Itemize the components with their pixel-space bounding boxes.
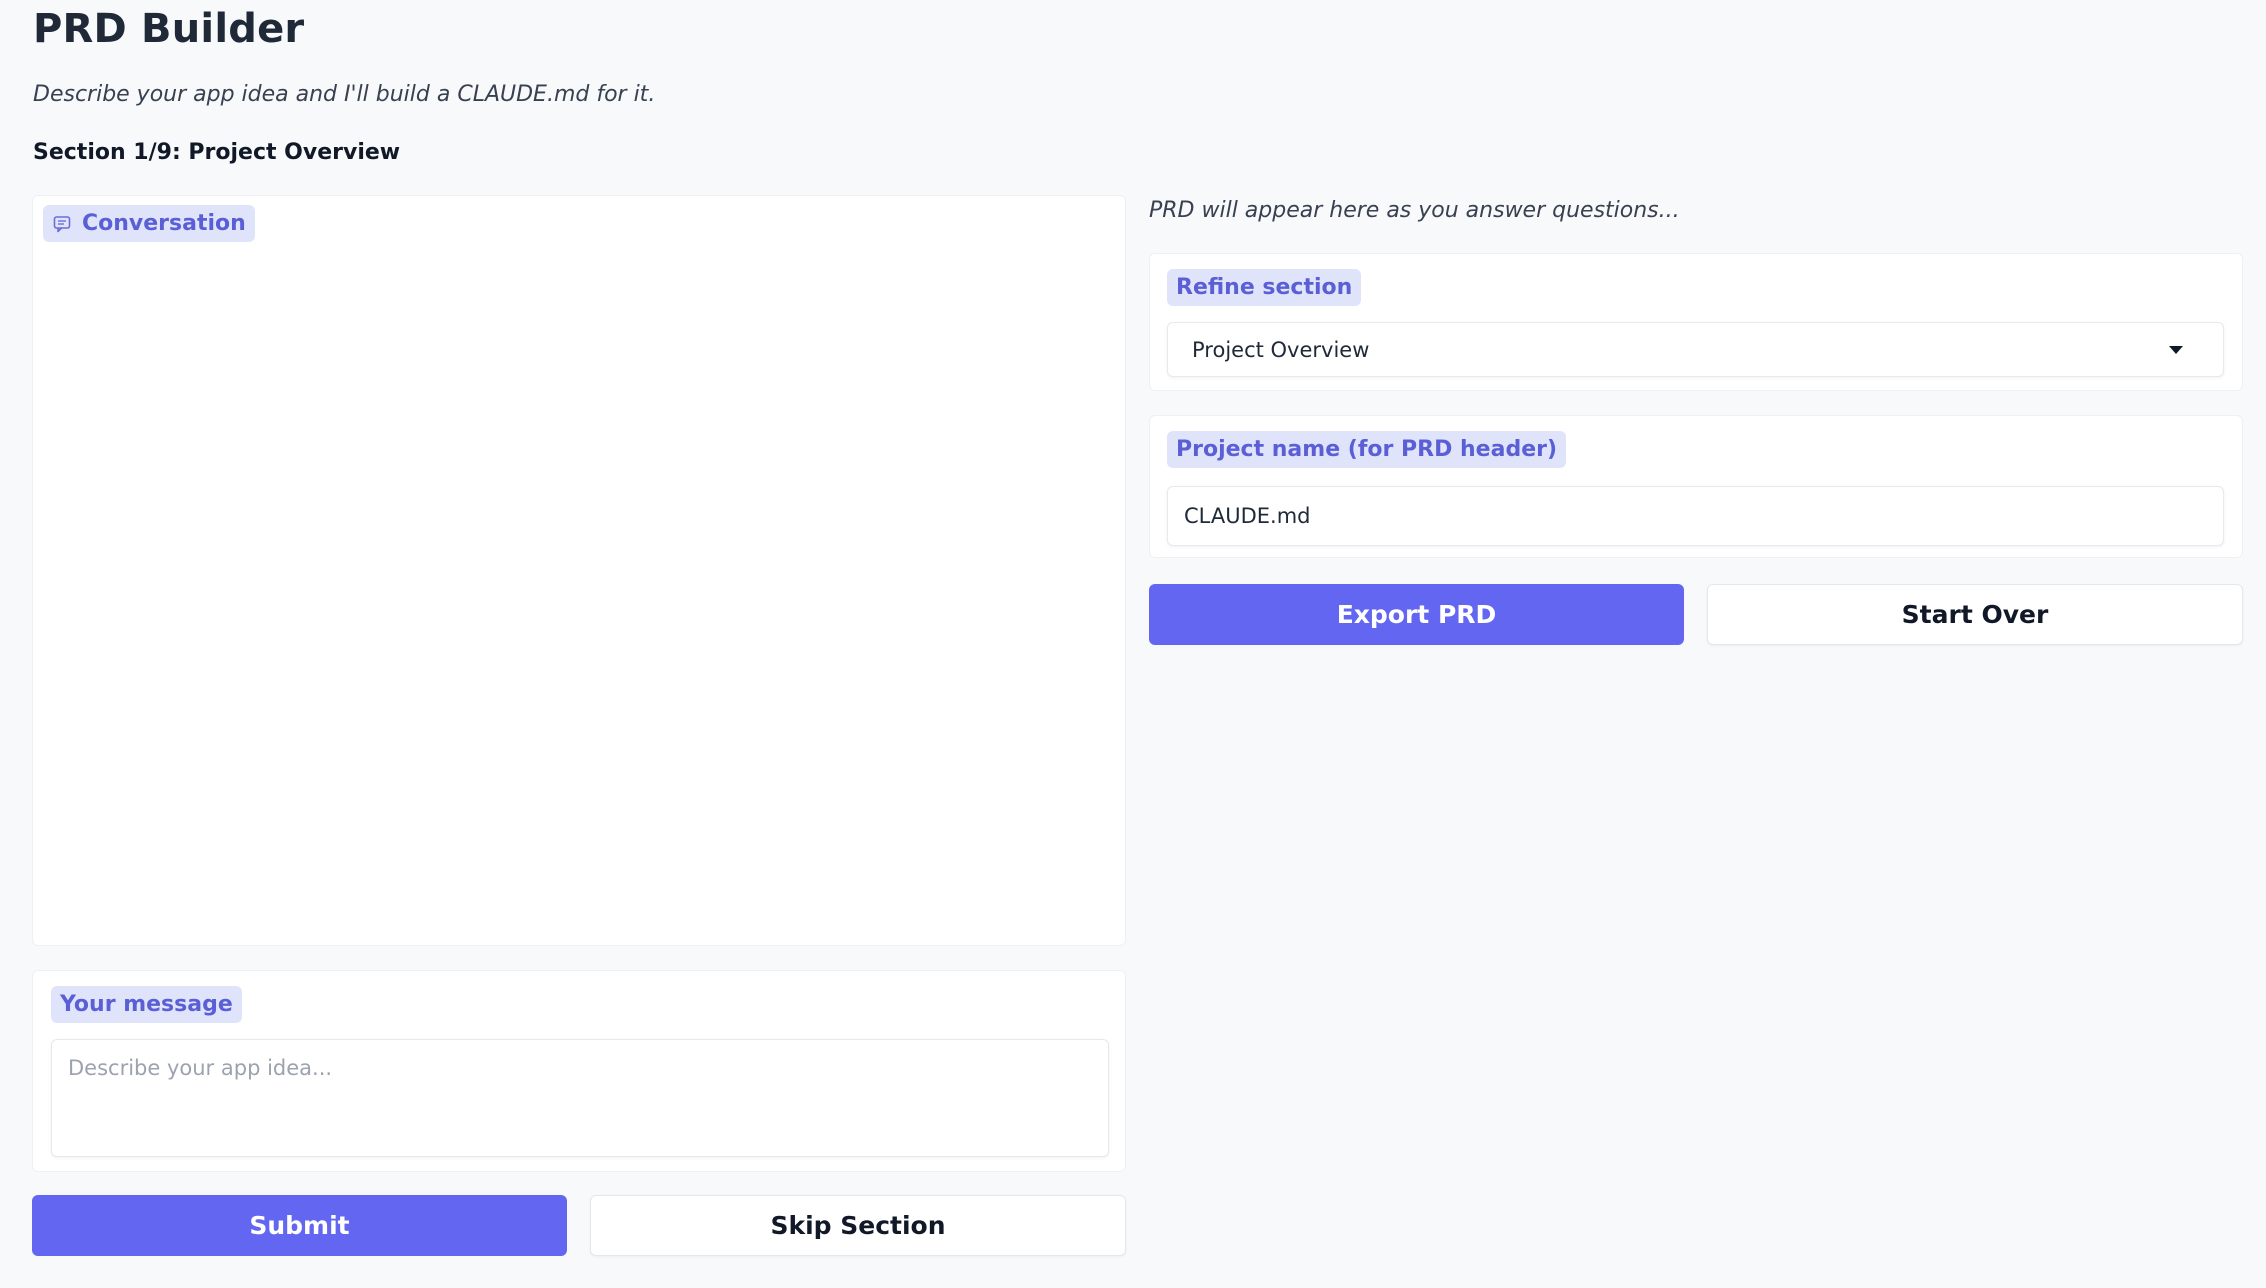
project-name-panel: Project name (for PRD header) <box>1149 415 2243 558</box>
refine-section-selected-value: Project Overview <box>1192 337 1370 362</box>
refine-section-panel: Refine section Project Overview <box>1149 253 2243 391</box>
refine-section-label-text: Refine section <box>1176 275 1353 300</box>
chat-icon <box>53 215 71 232</box>
message-input[interactable] <box>51 1039 1109 1157</box>
prd-preview-placeholder: PRD will appear here as you answer quest… <box>1149 198 1680 223</box>
page-title: PRD Builder <box>33 6 305 52</box>
refine-section-label: Refine section <box>1167 269 1362 306</box>
project-name-input[interactable] <box>1167 486 2224 546</box>
page-subtitle: Describe your app idea and I'll build a … <box>33 82 656 107</box>
message-panel: Your message <box>32 970 1126 1172</box>
skip-section-button[interactable]: Skip Section <box>590 1195 1126 1256</box>
refine-section-dropdown[interactable]: Project Overview <box>1167 322 2224 377</box>
conversation-panel: Conversation <box>32 195 1126 946</box>
page: PRD Builder Describe your app idea and I… <box>0 0 2266 1288</box>
message-label-text: Your message <box>60 992 233 1017</box>
start-over-button[interactable]: Start Over <box>1707 584 2243 645</box>
conversation-label-text: Conversation <box>82 211 246 236</box>
project-name-label-text: Project name (for PRD header) <box>1176 437 1558 462</box>
section-progress-heading: Section 1/9: Project Overview <box>33 140 401 165</box>
project-name-label: Project name (for PRD header) <box>1167 431 1567 468</box>
message-label: Your message <box>51 986 242 1023</box>
chevron-down-icon <box>2169 345 2183 354</box>
export-prd-button[interactable]: Export PRD <box>1149 584 1684 645</box>
conversation-label: Conversation <box>43 205 255 242</box>
submit-button[interactable]: Submit <box>32 1195 567 1256</box>
